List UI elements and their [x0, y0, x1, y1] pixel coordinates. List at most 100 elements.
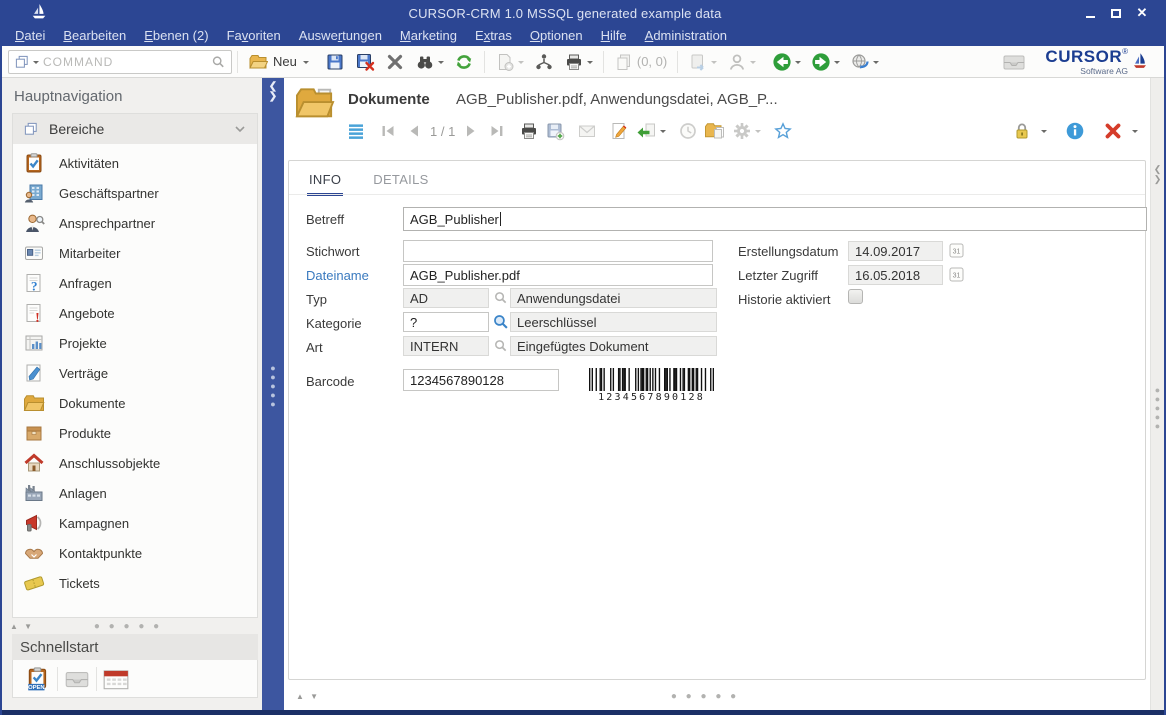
splitter-grip[interactable]: ●●●●● — [1151, 386, 1164, 431]
bottom-splitter[interactable]: ▲ ▼ ● ● ● ● ● — [284, 690, 1150, 702]
save-button[interactable] — [322, 50, 348, 74]
menu-favoriten[interactable]: Favoriten — [218, 26, 290, 46]
info-icon[interactable] — [1065, 121, 1085, 141]
search-icon[interactable] — [210, 54, 226, 70]
sync-button[interactable] — [847, 50, 882, 74]
historie-checkbox[interactable] — [848, 289, 863, 304]
sidebar-item-kampagnen[interactable]: Kampagnen — [13, 508, 257, 538]
barcode-field[interactable]: 1234567890128 — [403, 369, 559, 391]
lock-dropdown-caret[interactable] — [1041, 130, 1047, 136]
command-box[interactable]: COMMAND — [8, 50, 232, 74]
calendar-icon[interactable] — [102, 666, 130, 692]
list-menu-icon[interactable] — [346, 121, 366, 141]
menu-bearbeiten[interactable]: Bearbeiten — [54, 26, 135, 46]
splitter-grip[interactable]: ●●●●● — [262, 364, 284, 409]
sidebar-item-tickets[interactable]: Tickets — [13, 568, 257, 598]
neu-button[interactable]: Neu — [245, 50, 312, 74]
close-record-icon[interactable] — [1103, 121, 1123, 141]
letzter-zugriff-field[interactable]: 16.05.2018 — [848, 265, 943, 285]
art-code-field[interactable]: INTERN — [403, 336, 489, 356]
kategorie-code-field[interactable]: ? — [403, 312, 489, 332]
sidebar-item-angebote[interactable]: !Angebote — [13, 298, 257, 328]
forward-button[interactable] — [808, 50, 843, 74]
sidebar-item-aktivitaeten[interactable]: Aktivitäten — [13, 148, 257, 178]
sidebar-splitter[interactable]: ❮❯ ●●●●● — [262, 78, 284, 710]
sync-dropdown-caret[interactable] — [873, 61, 879, 67]
export-button[interactable] — [685, 50, 720, 74]
open-activities-icon[interactable]: OPEN — [24, 666, 52, 692]
sidebar-item-anfragen[interactable]: ?Anfragen — [13, 268, 257, 298]
inbox-tray-icon[interactable] — [1001, 51, 1027, 73]
export-dropdown-caret[interactable] — [711, 61, 717, 67]
tab-details[interactable]: DETAILS — [371, 169, 430, 196]
previous-record-icon[interactable] — [404, 121, 424, 141]
kategorie-lookup-icon[interactable] — [492, 313, 509, 330]
sidebar-item-anlagen[interactable]: Anlagen — [13, 478, 257, 508]
new-record-button[interactable] — [492, 50, 527, 74]
neu-dropdown-caret[interactable] — [303, 61, 309, 67]
stichwort-field[interactable] — [403, 240, 713, 262]
collapse-chevrons[interactable]: ❮❯ — [1151, 164, 1164, 184]
splitter-grip[interactable]: ● ● ● ● ● — [320, 691, 1090, 702]
sidebar-item-geschaeftspartner[interactable]: Geschäftspartner — [13, 178, 257, 208]
menu-ebenen[interactable]: Ebenen (2) — [135, 26, 217, 46]
calendar-icon[interactable]: 31 — [949, 267, 964, 282]
calendar-icon[interactable]: 31 — [949, 243, 964, 258]
delete-button[interactable] — [382, 50, 408, 74]
back-dropdown-caret[interactable] — [795, 61, 801, 67]
quickstart-header[interactable]: Schnellstart — [12, 634, 258, 660]
command-input[interactable]: COMMAND — [39, 55, 210, 69]
menu-auswertungen[interactable]: Auswertungen — [290, 26, 391, 46]
splitter-collapse-arrows[interactable]: ▲ ▼ — [296, 692, 320, 701]
menu-administration[interactable]: Administration — [636, 26, 736, 46]
print-button[interactable] — [561, 50, 596, 74]
person-button[interactable] — [724, 50, 759, 74]
sidebar-item-produkte[interactable]: Produkte — [13, 418, 257, 448]
sidebar-item-anschlussobjekte[interactable]: Anschlussobjekte — [13, 448, 257, 478]
person-dropdown-caret[interactable] — [750, 61, 756, 67]
splitter-collapse-left-icon[interactable]: ❮❯ — [262, 82, 284, 102]
menu-extras[interactable]: Extras — [466, 26, 521, 46]
first-record-icon[interactable] — [378, 121, 398, 141]
mail-icon[interactable] — [577, 121, 597, 141]
right-splitter-strip[interactable]: ❮❯ ●●●●● — [1150, 78, 1164, 710]
copy-record-icon[interactable] — [704, 120, 726, 142]
menu-hilfe[interactable]: Hilfe — [592, 26, 636, 46]
dateiname-label[interactable]: Dateiname — [306, 268, 369, 283]
actions-gear-icon[interactable] — [732, 121, 752, 141]
forward-dropdown-caret[interactable] — [834, 61, 840, 67]
refresh-button[interactable] — [451, 50, 477, 74]
chevron-down-icon[interactable] — [233, 122, 247, 136]
sidebar-item-dokumente[interactable]: Dokumente — [13, 388, 257, 418]
save-new-icon[interactable] — [545, 121, 565, 141]
tab-info[interactable]: INFO — [307, 169, 343, 196]
revert-dropdown-caret[interactable] — [660, 130, 666, 136]
lock-icon[interactable] — [1012, 121, 1032, 141]
dateiname-field[interactable]: AGB_Publisher.pdf — [403, 264, 713, 286]
typ-code-field[interactable]: AD — [403, 288, 489, 308]
sidebar-item-ansprechpartner[interactable]: Ansprechpartner — [13, 208, 257, 238]
menu-datei[interactable]: Datei — [6, 26, 54, 46]
minimize-button[interactable] — [1082, 6, 1098, 21]
art-lookup-icon[interactable] — [493, 338, 508, 353]
erstellungsdatum-field[interactable]: 14.09.2017 — [848, 241, 943, 261]
betreff-field[interactable]: AGB_Publisher — [403, 207, 1147, 231]
splitter-grip[interactable]: ● ● ● ● ● — [34, 621, 222, 632]
close-dropdown-caret[interactable] — [1132, 130, 1138, 136]
print-dropdown-caret[interactable] — [587, 61, 593, 67]
close-button[interactable]: ✕ — [1134, 6, 1150, 21]
new-record-dropdown-caret[interactable] — [518, 61, 524, 67]
favorite-star-icon[interactable] — [773, 121, 793, 141]
find-button[interactable] — [412, 50, 447, 74]
sidebar-item-mitarbeiter[interactable]: Mitarbeiter — [13, 238, 257, 268]
actions-dropdown-caret[interactable] — [755, 130, 761, 136]
splitter-collapse-arrows[interactable]: ▲ ▼ — [10, 622, 34, 631]
typ-lookup-icon[interactable] — [493, 290, 508, 305]
find-dropdown-caret[interactable] — [438, 61, 444, 67]
menu-optionen[interactable]: Optionen — [521, 26, 592, 46]
sidebar-item-kontaktpunkte[interactable]: Kontaktpunkte — [13, 538, 257, 568]
workflow-button[interactable] — [531, 50, 557, 74]
next-record-icon[interactable] — [461, 121, 481, 141]
history-clock-icon[interactable] — [678, 121, 698, 141]
edit-icon[interactable] — [609, 121, 629, 141]
